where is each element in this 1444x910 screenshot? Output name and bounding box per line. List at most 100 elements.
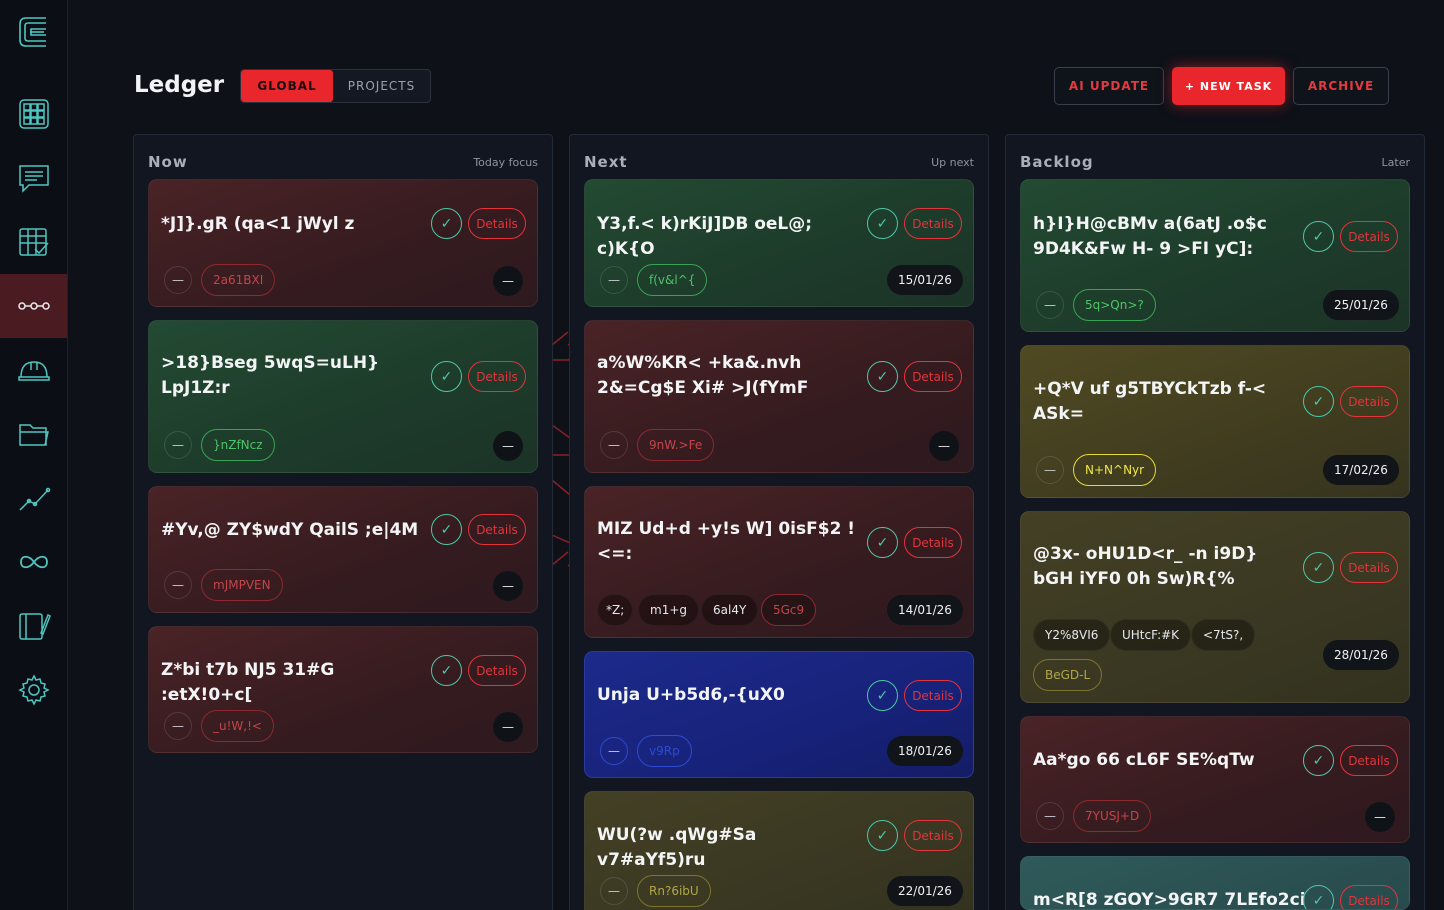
task-card[interactable]: Aa*go 66 cL6F SE%qTw ✓ Details — 7YUSJ+D… — [1020, 716, 1410, 843]
details-button[interactable]: Details — [904, 680, 962, 711]
tag-chip[interactable]: 7YUSJ+D — [1073, 800, 1152, 832]
assignee-placeholder[interactable]: — — [600, 737, 628, 765]
task-card[interactable]: m<R[8 zGOY>9GR7 7LEfo2ci ✓ Details — [1020, 856, 1410, 910]
due-date[interactable]: 18/01/26 — [887, 736, 963, 766]
tab-global[interactable]: GLOBAL — [241, 70, 333, 102]
details-button[interactable]: Details — [1340, 221, 1398, 252]
due-date[interactable]: 22/01/26 — [887, 876, 963, 906]
tag-chip[interactable]: m1+g — [638, 594, 699, 626]
tag-chip[interactable]: 2a61BXI — [201, 264, 276, 296]
new-task-button[interactable]: + NEW TASK — [1172, 67, 1285, 105]
task-card[interactable]: @3x- oHU1D<r_ -n i9D} bGH iYF0 0h Sw)R{%… — [1020, 511, 1410, 703]
assignee-placeholder[interactable]: — — [164, 571, 192, 599]
complete-check-icon[interactable]: ✓ — [867, 820, 898, 851]
due-date[interactable]: 14/01/26 — [887, 595, 963, 625]
tag-chip[interactable]: _u!W,!< — [201, 710, 274, 742]
due-date[interactable]: 15/01/26 — [887, 265, 963, 295]
tag-chip[interactable]: Rn?6ibU — [637, 875, 711, 907]
tag-chip[interactable]: 5q>Qn>? — [1073, 289, 1156, 321]
complete-check-icon[interactable]: ✓ — [867, 527, 898, 558]
chat-icon[interactable] — [0, 146, 67, 210]
assignee-placeholder[interactable]: — — [600, 266, 628, 294]
date-empty-button[interactable]: — — [1365, 802, 1395, 832]
assignee-placeholder[interactable]: — — [600, 877, 628, 905]
details-button[interactable]: Details — [904, 361, 962, 392]
date-empty-button[interactable]: — — [929, 431, 959, 461]
task-card[interactable]: +Q*V uf g5TBYCkTzb f-< ASk= ✓ Details — … — [1020, 345, 1410, 498]
assignee-placeholder[interactable]: — — [164, 712, 192, 740]
task-card[interactable]: *J]}.gR (qa<1 jWyl z ✓ Details — 2a61BXI… — [148, 179, 538, 307]
assignee-placeholder[interactable]: — — [1036, 291, 1064, 319]
details-button[interactable]: Details — [468, 655, 526, 686]
complete-check-icon[interactable]: ✓ — [431, 514, 462, 545]
task-card[interactable]: a%W%KR< +ka&.nvh 2&=Cg$E Xi# >J(fYmF ✓ D… — [584, 320, 974, 473]
task-card[interactable]: Y3,f.< k)rKiJ]DB oeL@; c)K{O ✓ Details —… — [584, 179, 974, 307]
due-date[interactable]: 17/02/26 — [1323, 455, 1399, 485]
tag-chip[interactable]: UHtcF:#K — [1110, 619, 1192, 651]
ai-update-button[interactable]: AI UPDATE — [1054, 67, 1164, 105]
details-button[interactable]: Details — [1340, 552, 1398, 583]
gear-icon[interactable] — [0, 658, 67, 722]
date-empty-button[interactable]: — — [493, 571, 523, 601]
complete-check-icon[interactable]: ✓ — [431, 655, 462, 686]
details-button[interactable]: Details — [1340, 885, 1398, 909]
details-button[interactable]: Details — [904, 208, 962, 239]
date-empty-button[interactable]: — — [493, 712, 523, 742]
pipeline-icon[interactable] — [0, 274, 67, 338]
tag-chip[interactable]: 5Gc9 — [761, 594, 817, 626]
complete-check-icon[interactable]: ✓ — [1303, 745, 1334, 776]
tag-chip[interactable]: Y2%8VI6 — [1033, 619, 1111, 651]
trend-icon[interactable] — [0, 466, 67, 530]
tag-chip[interactable]: *Z; — [597, 594, 634, 626]
complete-check-icon[interactable]: ✓ — [431, 361, 462, 392]
tag-chip[interactable]: }nZfNcz — [201, 429, 275, 461]
task-card[interactable]: Z*bi t7b NJ5 31#G :etX!0+c[ ✓ Details — … — [148, 626, 538, 753]
details-button[interactable]: Details — [1340, 386, 1398, 417]
task-card[interactable]: WU(?w .qWg#Sa v7#aYf5)ru ✓ Details — Rn?… — [584, 791, 974, 910]
app-logo[interactable] — [16, 12, 52, 52]
tag-chip[interactable]: 9nW.>Fe — [637, 429, 715, 461]
complete-check-icon[interactable]: ✓ — [867, 208, 898, 239]
details-button[interactable]: Details — [468, 361, 526, 392]
folder-icon[interactable] — [0, 402, 67, 466]
tag-chip[interactable]: N+N^Nyr — [1073, 454, 1157, 486]
complete-check-icon[interactable]: ✓ — [1303, 386, 1334, 417]
details-button[interactable]: Details — [904, 527, 962, 558]
tag-chip[interactable]: <7tS?, — [1191, 619, 1256, 651]
infinity-icon[interactable] — [0, 530, 67, 594]
notebook-icon[interactable] — [0, 594, 67, 658]
complete-check-icon[interactable]: ✓ — [431, 208, 462, 239]
details-button[interactable]: Details — [904, 820, 962, 851]
task-card[interactable]: #Yv,@ ZY$wdY QailS ;e|4M ✓ Details — mJM… — [148, 486, 538, 613]
tab-projects[interactable]: PROJECTS — [333, 70, 430, 102]
task-card[interactable]: >18}Bseg 5wqS=uLH} LpJ1Z:r ✓ Details — }… — [148, 320, 538, 473]
details-button[interactable]: Details — [468, 514, 526, 545]
tag-chip[interactable]: 6al4Y — [701, 594, 759, 626]
details-button[interactable]: Details — [1340, 745, 1398, 776]
complete-check-icon[interactable]: ✓ — [1303, 885, 1334, 909]
date-empty-button[interactable]: — — [493, 266, 523, 296]
date-empty-button[interactable]: — — [493, 431, 523, 461]
tag-chip[interactable]: v9Rp — [637, 735, 692, 767]
task-card[interactable]: MIZ Ud+d +y!s W] 0isF$2 ! <=: ✓ Details … — [584, 486, 974, 638]
assignee-placeholder[interactable]: — — [164, 431, 192, 459]
task-card[interactable]: Unja U+b5d6,-{uX0 ✓ Details — v9Rp 18/01… — [584, 651, 974, 778]
assignee-placeholder[interactable]: — — [164, 266, 192, 294]
assignee-placeholder[interactable]: — — [1036, 802, 1064, 830]
complete-check-icon[interactable]: ✓ — [867, 680, 898, 711]
details-button[interactable]: Details — [468, 208, 526, 239]
table-check-icon[interactable] — [0, 210, 67, 274]
complete-check-icon[interactable]: ✓ — [867, 361, 898, 392]
complete-check-icon[interactable]: ✓ — [1303, 552, 1334, 583]
tag-chip[interactable]: mJMPVEN — [201, 569, 283, 601]
assignee-placeholder[interactable]: — — [1036, 456, 1064, 484]
assignee-placeholder[interactable]: — — [600, 431, 628, 459]
complete-check-icon[interactable]: ✓ — [1303, 221, 1334, 252]
task-card[interactable]: h}I}H@cBMv a(6atJ .o$c 9D4K&Fw H- 9 >FI … — [1020, 179, 1410, 332]
tag-chip[interactable]: f(v&l^{ — [637, 264, 708, 296]
grid-icon[interactable] — [0, 82, 67, 146]
helmet-icon[interactable] — [0, 338, 67, 402]
archive-button[interactable]: ARCHIVE — [1293, 67, 1389, 105]
due-date[interactable]: 28/01/26 — [1323, 640, 1399, 670]
due-date[interactable]: 25/01/26 — [1323, 290, 1399, 320]
